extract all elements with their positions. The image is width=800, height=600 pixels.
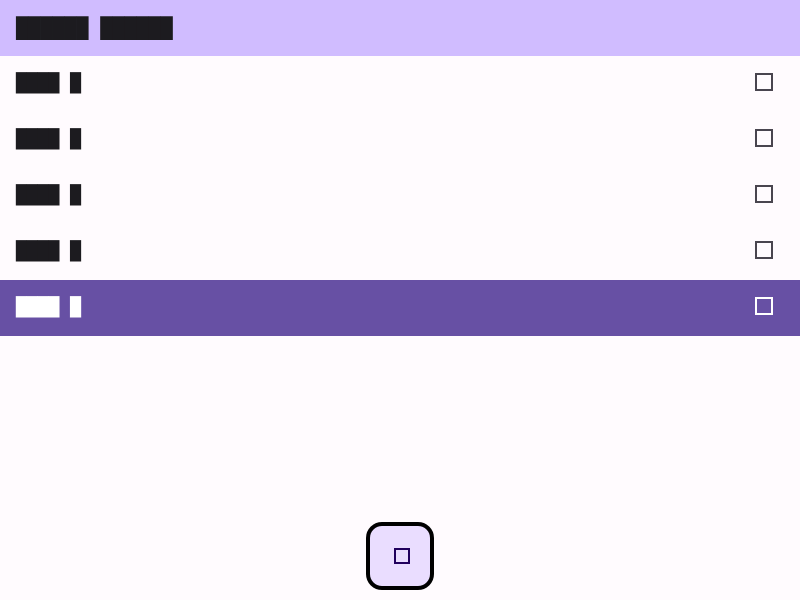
checkbox-icon[interactable] <box>755 241 773 259</box>
list-item-label: ████ █ <box>16 241 82 262</box>
square-icon <box>394 548 410 564</box>
list-item-label: ████ █ <box>16 129 82 150</box>
list-item-label: ████ █ <box>16 185 82 206</box>
checkbox-icon[interactable] <box>755 129 773 147</box>
list-item[interactable]: ████ █ <box>0 224 800 280</box>
checkbox-icon[interactable] <box>755 185 773 203</box>
checkbox-icon[interactable] <box>755 297 773 315</box>
list-item[interactable]: ████ █ <box>0 112 800 168</box>
list-item-label: ████ █ <box>16 297 82 318</box>
list-item-label: ████ █ <box>16 73 82 94</box>
checkbox-icon[interactable] <box>755 73 773 91</box>
item-list: ████ █ ████ █ ████ █ ████ █ ████ █ <box>0 56 800 336</box>
floating-action-button[interactable] <box>366 522 434 590</box>
top-app-bar: ██████ ██████ <box>0 0 800 56</box>
list-item[interactable]: ████ █ <box>0 56 800 112</box>
list-item[interactable]: ████ █ <box>0 168 800 224</box>
app-window: ██████ ██████ ████ █ ████ █ ████ █ ████ … <box>0 0 800 600</box>
list-item-selected[interactable]: ████ █ <box>0 280 800 336</box>
page-title: ██████ ██████ <box>16 16 173 40</box>
